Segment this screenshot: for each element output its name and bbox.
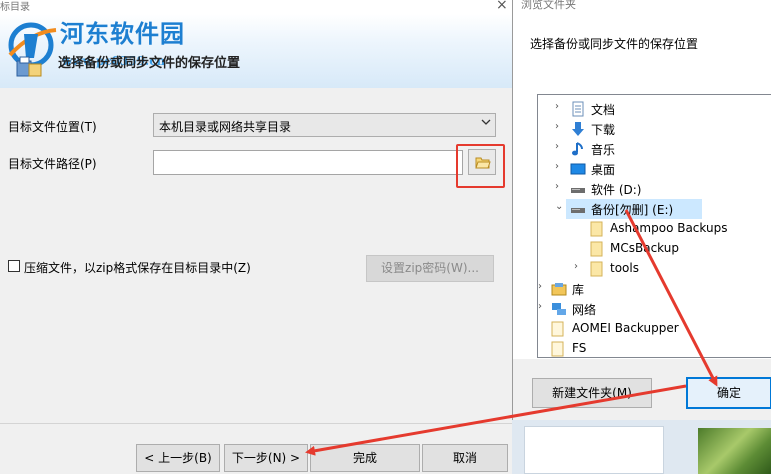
target-location-value: 本机目录或网络共享目录: [159, 120, 292, 134]
tree-expander[interactable]: ›: [538, 281, 548, 292]
tree-expander[interactable]: ›: [574, 261, 584, 272]
tree-node-label: 文档: [591, 103, 616, 117]
tree-node[interactable]: › tools: [538, 259, 771, 279]
documents-icon: [572, 101, 584, 117]
cancel-button[interactable]: 取消: [422, 444, 508, 472]
wizard-titlebar: 标目录 ×: [0, 0, 512, 14]
background-window: [512, 420, 771, 474]
wizard-title: 标目录: [0, 2, 30, 13]
drive-icon: [571, 208, 585, 213]
tree-expander[interactable]: ›: [538, 301, 548, 312]
tree-node-label: 软件 (D:): [591, 183, 642, 197]
tree-node-label: Ashampoo Backups: [610, 221, 728, 235]
download-icon: [572, 122, 584, 136]
tree-node[interactable]: › 下载: [538, 119, 771, 139]
target-location-select[interactable]: 本机目录或网络共享目录: [153, 113, 496, 137]
chevron-down-icon: [481, 117, 491, 130]
save-location-icon: [16, 56, 42, 77]
tree-expander[interactable]: ⌄: [555, 201, 565, 212]
ok-button[interactable]: 确定: [686, 377, 771, 409]
highlight-box: [456, 144, 505, 188]
dialog-prompt: 选择备份或同步文件的保存位置: [530, 37, 699, 51]
tree-node-label: 下载: [591, 123, 616, 137]
banner-title: 选择备份或同步文件的保存位置: [58, 56, 241, 71]
tree-node[interactable]: MCsBackup: [538, 239, 771, 259]
tree-node[interactable]: › 网络: [538, 299, 771, 319]
dialog-titlebar: 浏览文件夹: [513, 0, 771, 16]
tree-node-label: 备份[勿删] (E:): [591, 203, 674, 217]
footer-divider: [0, 423, 512, 424]
tree-node[interactable]: › 音乐: [538, 139, 771, 159]
zip-checkbox-label: 压缩文件，以zip格式保存在目标目录中(Z): [24, 261, 251, 275]
target-path-label: 目标文件路径(P): [8, 157, 97, 171]
tree-expander[interactable]: ›: [555, 121, 565, 132]
tree-node-label: 网络: [572, 303, 597, 317]
tree-node-label: AOMEI Backupper: [572, 321, 679, 335]
zip-password-button[interactable]: 设置zip密码(W)...: [366, 255, 494, 282]
tree-node-label: 桌面: [591, 163, 616, 177]
finish-button[interactable]: 完成: [310, 444, 420, 472]
tree-node-label: 音乐: [591, 143, 616, 157]
folder-icon: [590, 241, 603, 257]
folder-tree[interactable]: › 文档 › 下载 › 音乐 › 桌面 › 软件 (D:) ⌄ 备份[勿删] (…: [537, 94, 771, 358]
tree-expander[interactable]: ›: [555, 141, 565, 152]
folder-icon: [551, 321, 564, 337]
desktop-icon: [570, 163, 586, 175]
backup-target-wizard: 标目录 × 河东软件园 www.pc0359.cn 选择备份或同步文件的保存位置…: [0, 0, 512, 474]
tree-expander[interactable]: ›: [555, 161, 565, 172]
tree-node[interactable]: FS: [538, 339, 771, 357]
tree-node-label: 库: [572, 283, 585, 297]
previous-button[interactable]: < 上一步(B): [136, 444, 220, 472]
tree-node-label: MCsBackup: [610, 241, 679, 255]
new-folder-button[interactable]: 新建文件夹(M): [532, 378, 652, 408]
wizard-banner: 河东软件园 www.pc0359.cn 选择备份或同步文件的保存位置: [0, 14, 512, 88]
tree-node-selected[interactable]: ⌄ 备份[勿删] (E:): [555, 199, 702, 219]
tree-node[interactable]: › 库: [538, 279, 771, 299]
browse-folder-dialog: 浏览文件夹 选择备份或同步文件的保存位置 › 文档 › 下载 › 音乐 › 桌面…: [512, 0, 771, 420]
tree-node[interactable]: › 文档: [538, 99, 771, 119]
folder-icon: [590, 221, 603, 237]
tree-node[interactable]: Ashampoo Backups: [538, 219, 771, 239]
tree-node-label: tools: [610, 261, 639, 275]
drive-icon: [571, 188, 585, 193]
target-location-label: 目标文件位置(T): [8, 120, 97, 134]
target-path-input[interactable]: [153, 150, 463, 175]
background-image-thumbnail: [698, 428, 771, 474]
dialog-title: 浏览文件夹: [521, 0, 576, 11]
folder-icon: [590, 261, 603, 277]
music-icon: [572, 142, 583, 156]
tree-node[interactable]: › 软件 (D:): [538, 179, 771, 199]
background-panel: [524, 426, 664, 474]
zip-checkbox[interactable]: [8, 260, 20, 272]
network-icon: [552, 303, 566, 315]
dialog-button-bar: 新建文件夹(M) 确定: [513, 359, 771, 420]
tree-expander[interactable]: ›: [555, 101, 565, 112]
library-icon: [551, 283, 567, 296]
next-button[interactable]: 下一步(N) >: [224, 444, 308, 472]
close-icon[interactable]: ×: [496, 0, 508, 13]
tree-node[interactable]: › 桌面: [538, 159, 771, 179]
tree-node[interactable]: AOMEI Backupper: [538, 319, 771, 339]
tree-expander[interactable]: ›: [555, 181, 565, 192]
folder-icon: [551, 341, 564, 357]
watermark-text: 河东软件园: [60, 19, 185, 48]
tree-node-label: FS: [572, 341, 587, 355]
